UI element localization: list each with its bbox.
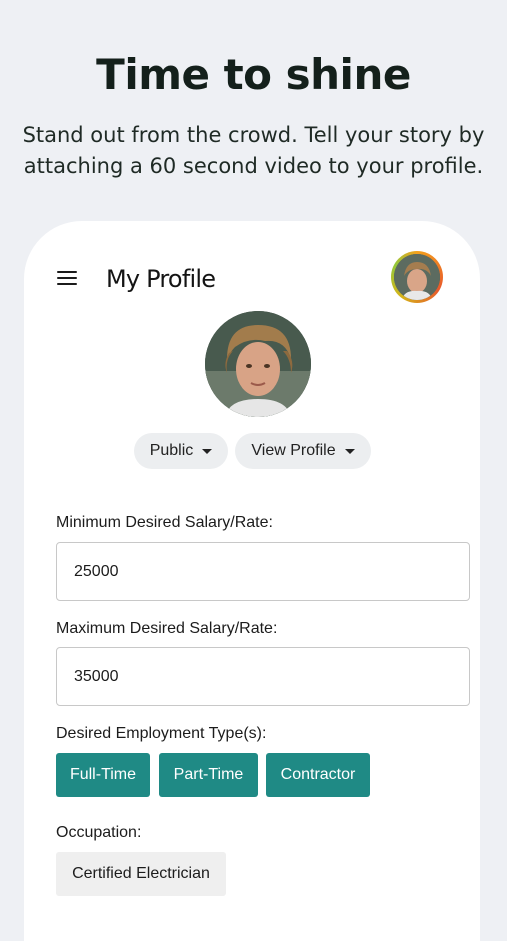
max-salary-input[interactable] <box>56 647 470 706</box>
view-profile-label: View Profile <box>251 442 336 459</box>
occupation-label: Occupation: <box>56 824 142 841</box>
user-avatar-icon <box>394 254 440 300</box>
visibility-dropdown[interactable]: Public <box>134 433 228 469</box>
employment-option-contractor[interactable]: Contractor <box>266 753 370 797</box>
min-salary-label: Minimum Desired Salary/Rate: <box>56 514 273 531</box>
hamburger-menu-icon[interactable] <box>57 271 77 287</box>
view-profile-dropdown[interactable]: View Profile <box>235 433 371 469</box>
caret-down-icon <box>344 448 355 454</box>
promo-headline: Time to shine <box>96 50 411 99</box>
profile-photo[interactable] <box>205 311 311 417</box>
employment-option-part-time[interactable]: Part-Time <box>159 753 258 797</box>
page-title: My Profile <box>106 265 216 293</box>
promo-subhead: Stand out from the crowd. Tell your stor… <box>22 123 485 178</box>
max-salary-label: Maximum Desired Salary/Rate: <box>56 620 278 637</box>
occupation-chip[interactable]: Certified Electrician <box>56 852 226 896</box>
employment-type-label: Desired Employment Type(s): <box>56 725 267 742</box>
employment-option-full-time[interactable]: Full-Time <box>56 753 150 797</box>
phone-frame: My Profile Public View Profile Minimum D… <box>24 221 480 941</box>
caret-down-icon <box>202 448 213 454</box>
visibility-label: Public <box>149 442 194 459</box>
header-avatar[interactable] <box>391 251 443 303</box>
min-salary-input[interactable] <box>56 542 470 601</box>
